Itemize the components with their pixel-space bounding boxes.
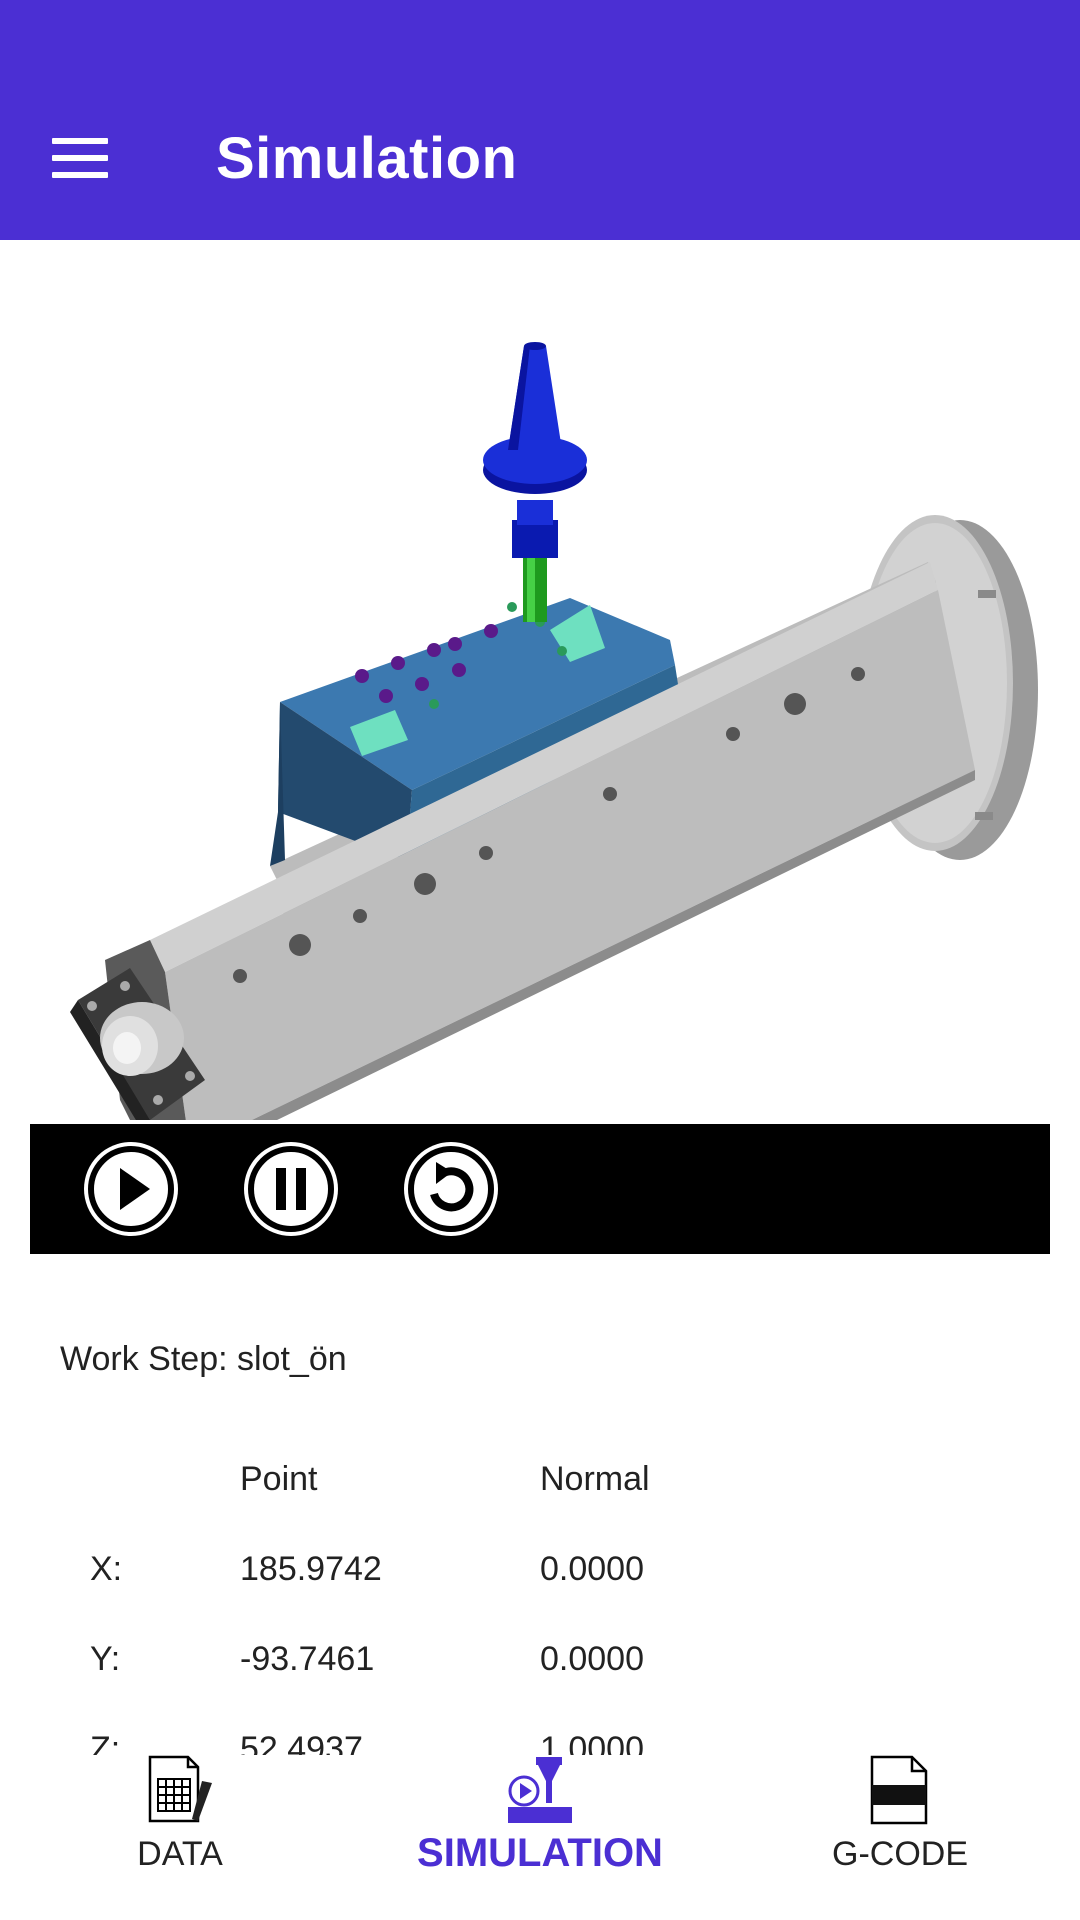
nav-data[interactable]: DATA [100, 1755, 260, 1920]
nav-data-label: DATA [137, 1835, 223, 1873]
column-header-normal: Normal [540, 1460, 650, 1498]
menu-button[interactable] [44, 122, 116, 194]
row-axis-y: Y: [90, 1640, 121, 1678]
restart-button[interactable] [404, 1142, 498, 1236]
work-step-value: slot_ön [237, 1340, 347, 1378]
work-step-label: Work Step: [60, 1340, 228, 1378]
pause-icon [248, 1146, 334, 1232]
play-button[interactable] [84, 1142, 178, 1236]
normal-x-value: 0.0000 [540, 1550, 644, 1588]
nav-simulation[interactable]: SIMULATION [400, 1755, 680, 1920]
nav-gcode[interactable]: G-CODE [820, 1755, 980, 1920]
nav-simulation-label: SIMULATION [417, 1831, 663, 1875]
column-header-point: Point [240, 1460, 318, 1498]
playback-controls [30, 1124, 1050, 1254]
normal-y-value: 0.0000 [540, 1640, 644, 1678]
row-axis-x: X: [90, 1550, 123, 1588]
document-icon [870, 1755, 928, 1825]
milling-simulation-icon [508, 1757, 572, 1823]
nav-gcode-label: G-CODE [832, 1835, 968, 1873]
pause-button[interactable] [244, 1142, 338, 1236]
play-icon [88, 1146, 174, 1232]
hamburger-icon [52, 138, 108, 178]
machine-model-render [70, 342, 1038, 1160]
spreadsheet-pencil-icon [148, 1755, 212, 1823]
work-step: Work Step: slot_ön [60, 1340, 347, 1379]
bottom-navigation: DATA SIMULATION G-CODE [0, 1755, 1080, 1920]
app-bar: Simulation [0, 0, 1080, 240]
point-x-value: 185.9742 [240, 1550, 382, 1588]
page-title: Simulation [216, 126, 518, 191]
point-y-value: -93.7461 [240, 1640, 375, 1678]
spindle-tool [483, 342, 587, 622]
restart-icon [408, 1146, 494, 1232]
simulation-viewport[interactable] [30, 300, 1050, 1160]
